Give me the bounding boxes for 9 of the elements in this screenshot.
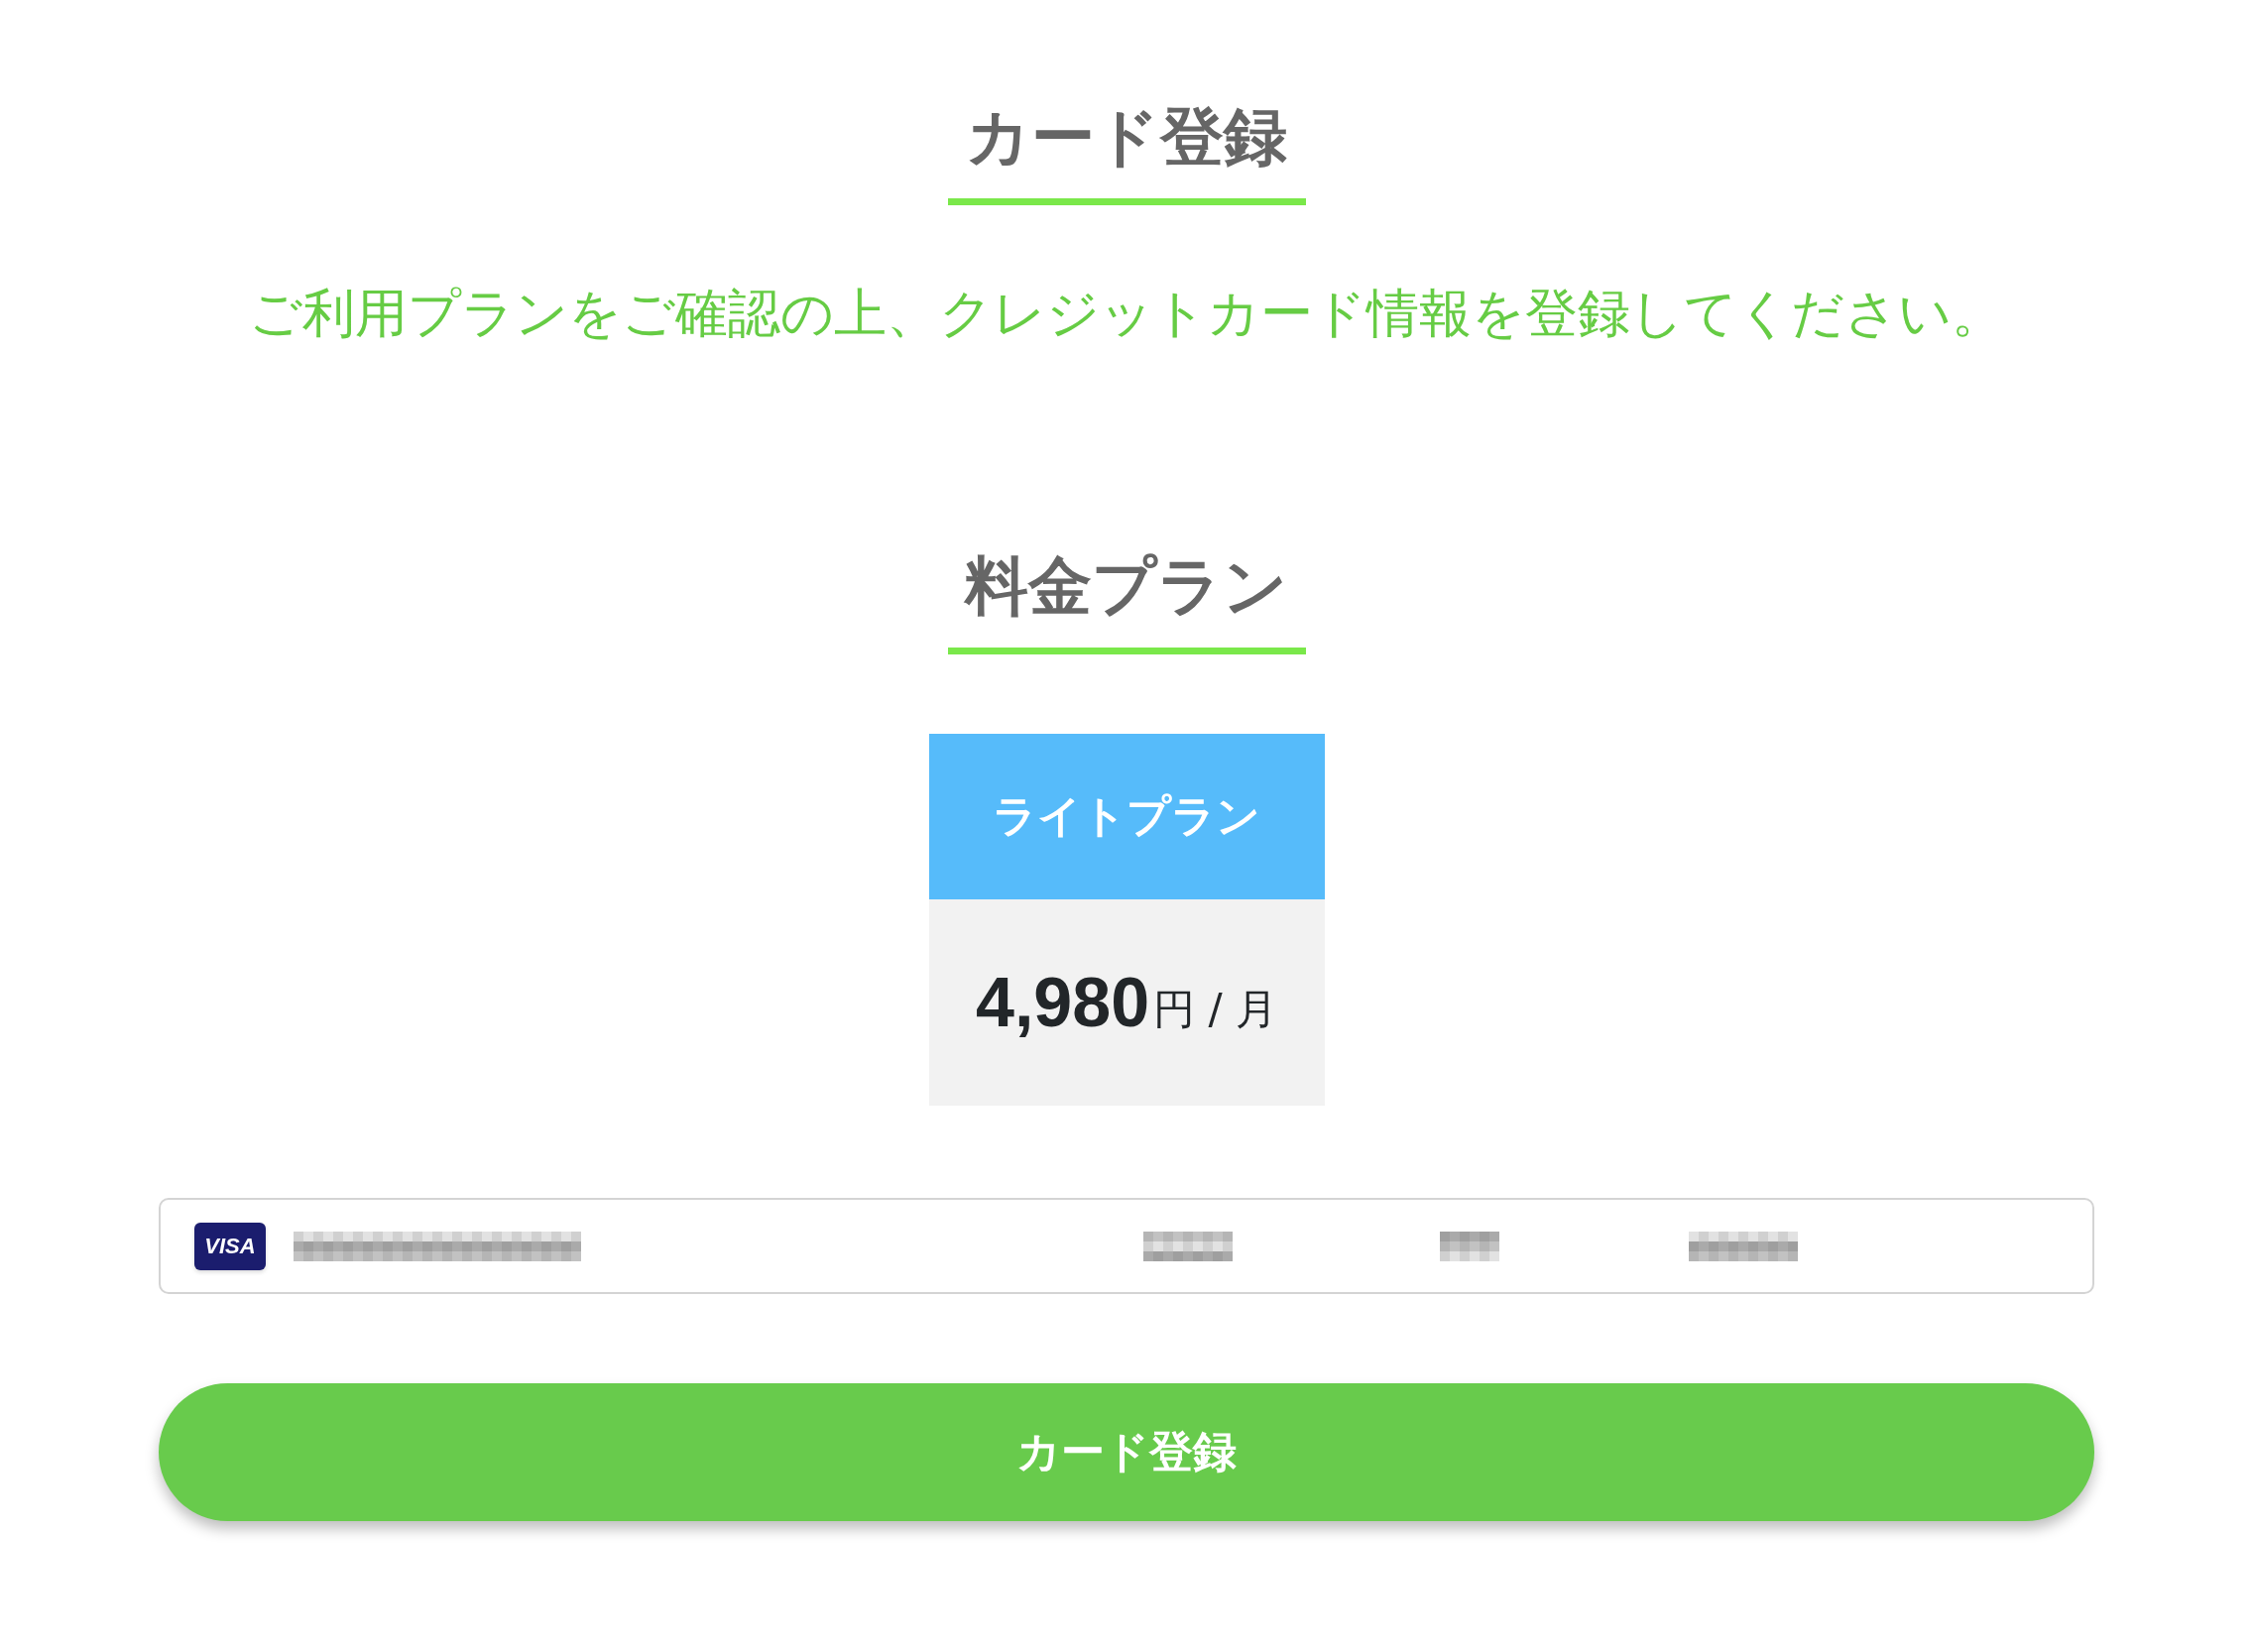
- section-heading: 料金プラン: [947, 546, 1306, 654]
- page-heading: カード登録: [947, 97, 1306, 205]
- card-brand-logo: VISA: [194, 1222, 266, 1270]
- price-unit: 円 / 月: [1153, 984, 1277, 1035]
- instruction-text: ご利用プランをご確認の上、クレジットカード情報を登録してください。: [249, 282, 2004, 345]
- card-input-field[interactable]: VISA: [159, 1198, 2094, 1294]
- blurred-text: [1440, 1231, 1500, 1261]
- price-amount: 4,980: [976, 963, 1150, 1042]
- plan-name: ライトプラン: [928, 734, 1325, 899]
